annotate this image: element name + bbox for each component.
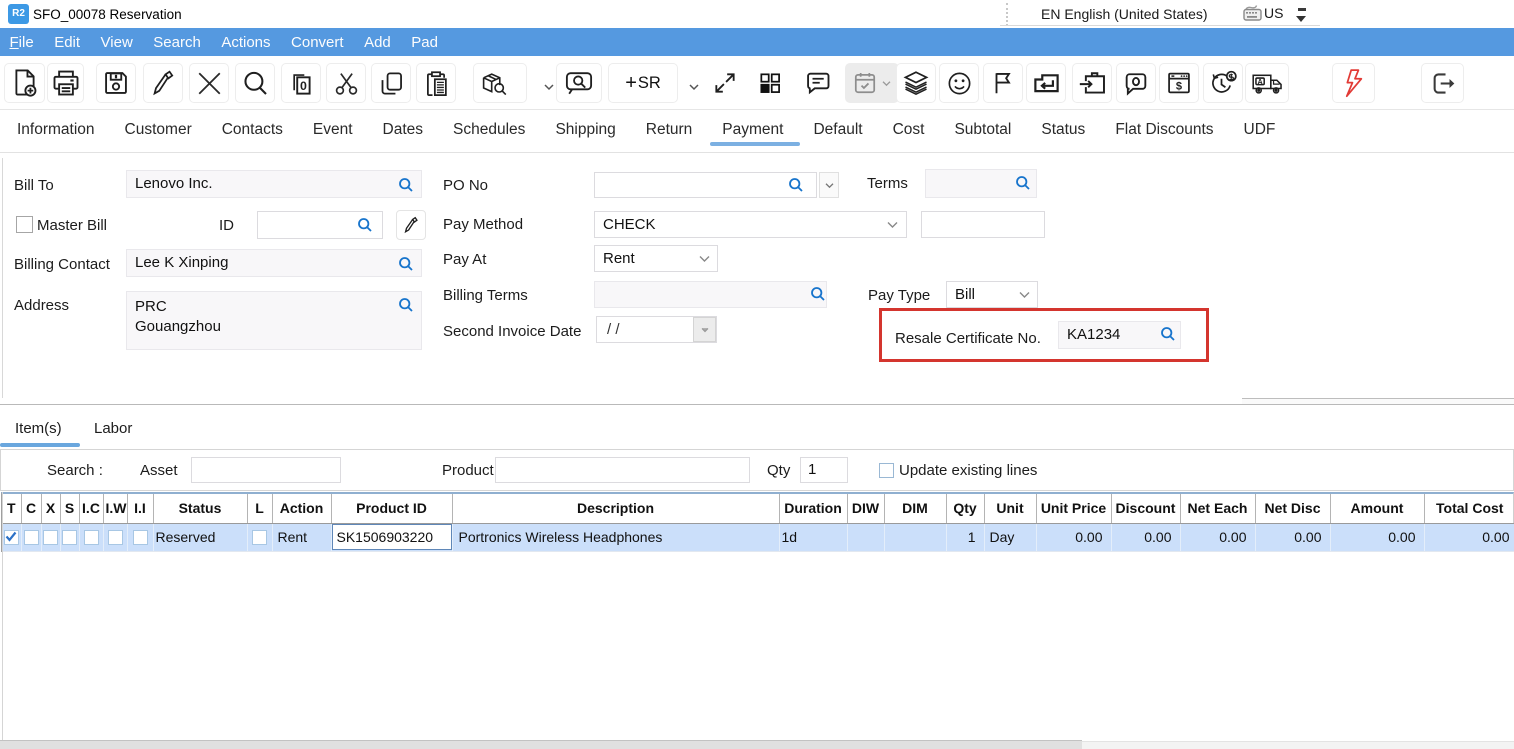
svg-text:$: $ <box>1176 80 1182 92</box>
svg-text:0: 0 <box>299 78 306 92</box>
svg-text:A: A <box>1257 78 1262 86</box>
